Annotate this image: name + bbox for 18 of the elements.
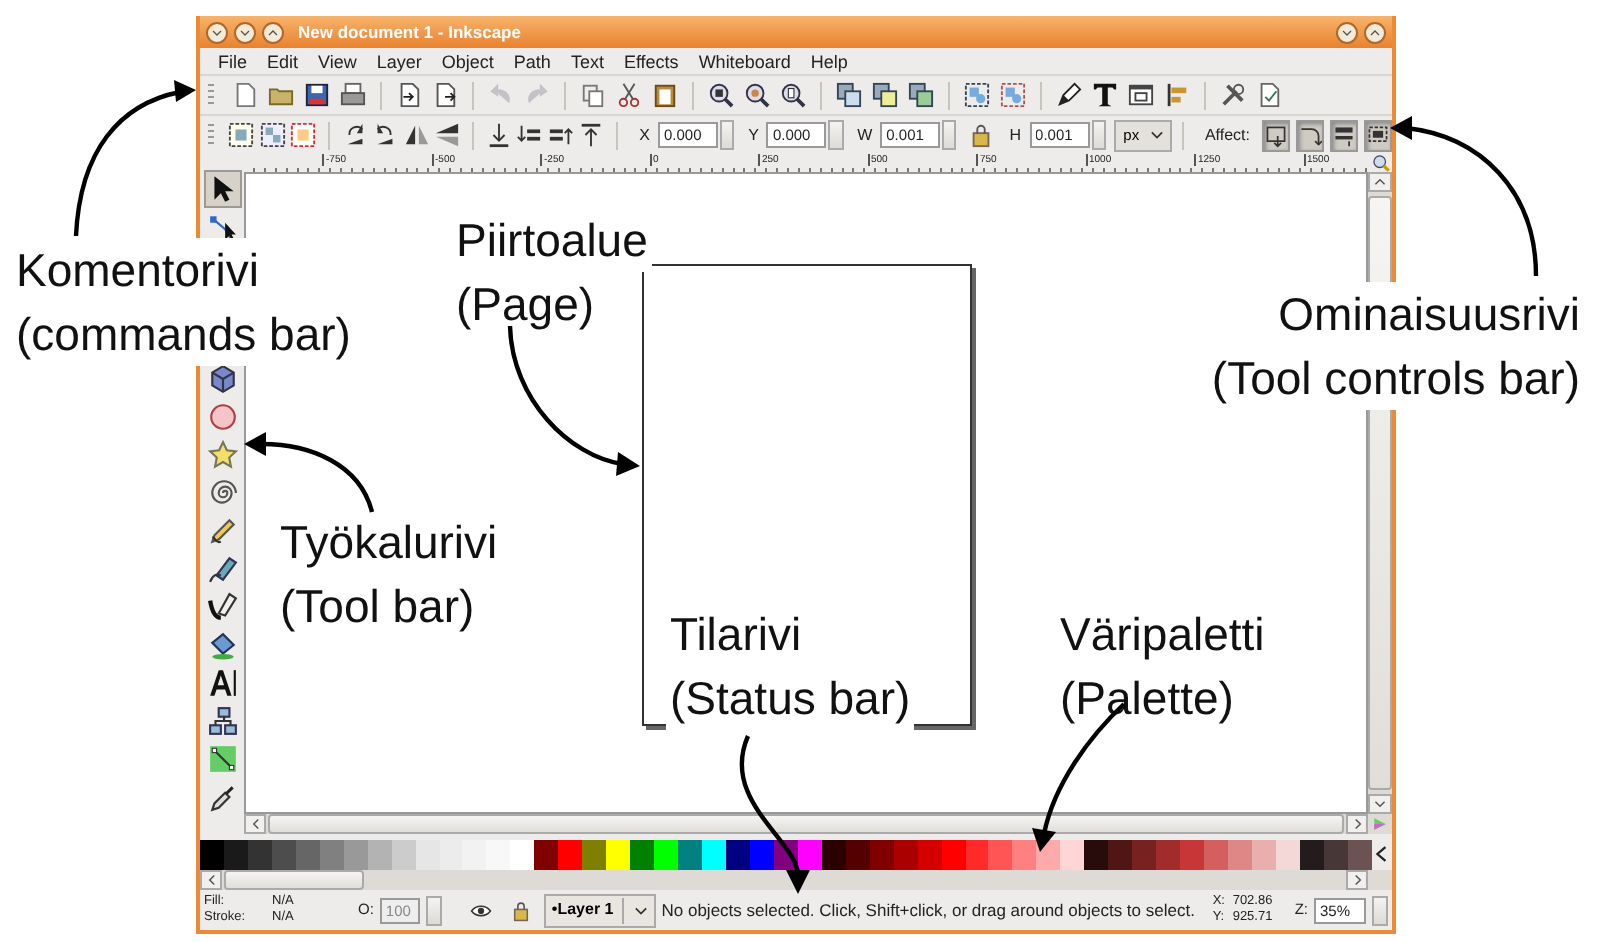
menu-item[interactable]: Layer: [366, 49, 432, 73]
menu-item[interactable]: View: [308, 49, 367, 73]
menu-item[interactable]: Edit: [257, 49, 309, 73]
layer-dropdown[interactable]: •Layer 1: [543, 893, 656, 927]
field-label: Y: [748, 123, 759, 147]
field-label: X: [639, 123, 650, 147]
affect-label: Affect:: [1204, 123, 1250, 147]
menu-item[interactable]: Path: [503, 49, 561, 73]
menu-item[interactable]: Text: [560, 49, 614, 73]
field-label: H: [1009, 123, 1022, 147]
status-message: No objects selected. Click, Shift+click, or drag around objects to select.: [661, 897, 1197, 923]
menu-item[interactable]: Whiteboard: [688, 49, 801, 73]
menu-item[interactable]: Help: [800, 49, 858, 73]
menu-item[interactable]: File: [208, 49, 258, 73]
window-title: New document 1 - Inkscape: [298, 19, 523, 45]
menu-item[interactable]: Effects: [613, 49, 689, 73]
menu-item[interactable]: Object: [431, 49, 504, 73]
field-label: W: [857, 123, 873, 147]
